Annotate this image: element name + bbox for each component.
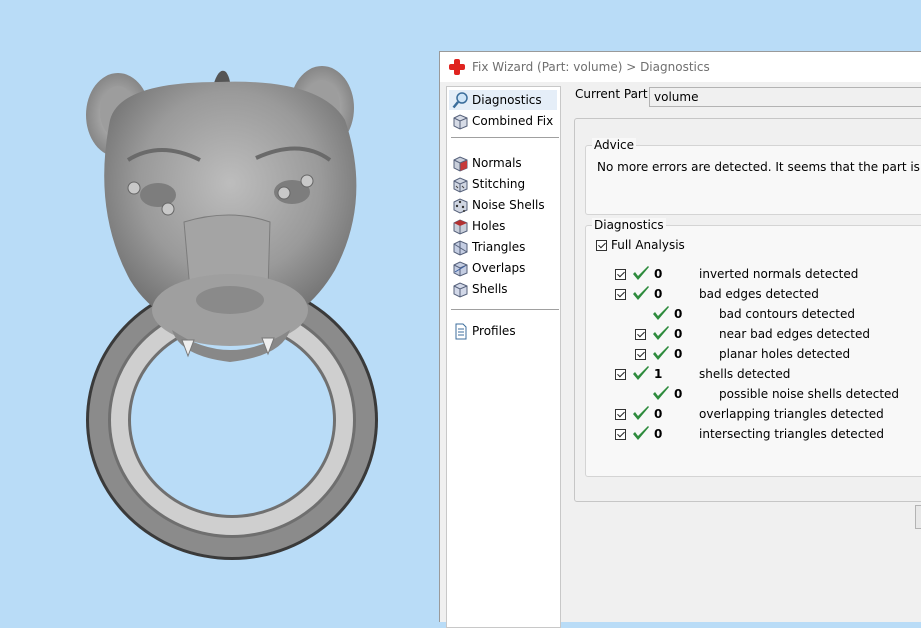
diagnostic-count: 1 — [654, 367, 663, 381]
green-check-icon — [653, 306, 669, 320]
window-title: Fix Wizard (Part: volume) > Diagnostics — [472, 60, 710, 74]
nav-divider — [451, 309, 559, 310]
nav-item-label: Profiles — [472, 324, 516, 338]
diagnostic-label: bad contours detected — [719, 307, 855, 321]
diagnostics-title: Diagnostics — [592, 218, 666, 232]
shells-cube-icon — [453, 281, 468, 298]
wizard-nav-panel: Diagnostics Combined Fix Normals Stitchi… — [446, 86, 561, 628]
combined-fix-cube-icon — [453, 113, 468, 130]
diagnostic-label: intersecting triangles detected — [699, 427, 884, 441]
advice-group: Advice No more errors are detected. It s… — [585, 138, 921, 215]
nav-item-label: Stitching — [472, 177, 526, 191]
diagnostic-count: 0 — [654, 267, 663, 281]
advice-text: No more errors are detected. It seems th… — [597, 160, 921, 174]
nav-item-overlaps[interactable]: Overlaps — [449, 258, 525, 278]
full-analysis-label: Full Analysis — [611, 238, 685, 252]
nav-divider — [451, 137, 559, 138]
diagnostics-group: Diagnostics Full Analysis 0 inverted norm… — [585, 218, 921, 477]
diagnostics-panel: Advice No more errors are detected. It s… — [574, 118, 921, 529]
diagnostic-label: near bad edges detected — [719, 327, 870, 341]
diagnostic-count: 0 — [674, 307, 683, 321]
diagnostic-checkbox[interactable] — [615, 289, 626, 300]
nav-item-label: Holes — [472, 219, 506, 233]
nav-item-profiles[interactable]: Profiles — [449, 321, 516, 341]
diagnostic-label: planar holes detected — [719, 347, 851, 361]
current-part-field[interactable]: volume — [649, 87, 921, 107]
overlaps-cube-icon — [453, 260, 468, 277]
diagnostic-checkbox[interactable] — [615, 369, 626, 380]
green-check-icon — [633, 366, 649, 380]
diagnostic-label: inverted normals detected — [699, 267, 859, 281]
nav-item-shells[interactable]: Shells — [449, 279, 508, 299]
diagnostic-label: possible noise shells detected — [719, 387, 900, 401]
holes-cube-icon — [453, 218, 468, 235]
diagnostic-count: 0 — [674, 347, 683, 361]
stitching-cube-icon — [453, 176, 468, 193]
diagnostic-label: shells detected — [699, 367, 791, 381]
diagnostic-checkbox[interactable] — [635, 349, 646, 360]
lion-door-knocker-model — [86, 66, 378, 560]
green-check-icon — [653, 326, 669, 340]
nav-item-diagnostics[interactable]: Diagnostics — [449, 90, 557, 110]
nav-item-label: Normals — [472, 156, 522, 170]
current-part-label: Current Part: — [575, 87, 652, 101]
3d-viewport[interactable] — [0, 0, 440, 607]
nav-item-triangles[interactable]: Triangles — [449, 237, 525, 257]
green-check-icon — [633, 406, 649, 420]
advice-title: Advice — [592, 138, 637, 152]
green-check-icon — [653, 386, 669, 400]
diagnostic-count: 0 — [654, 287, 663, 301]
red-cross-app-icon — [448, 58, 466, 76]
magnifier-icon — [452, 91, 468, 108]
nav-item-label: Noise Shells — [472, 198, 545, 212]
green-check-icon — [653, 346, 669, 360]
nav-item-normals[interactable]: Normals — [449, 153, 522, 173]
green-check-icon — [633, 286, 649, 300]
nav-item-noise-shells[interactable]: Noise Shells — [449, 195, 545, 215]
nav-item-stitching[interactable]: Stitching — [449, 174, 525, 194]
nav-item-combined-fix[interactable]: Combined Fix — [449, 111, 553, 131]
diagnostic-checkbox[interactable] — [635, 329, 646, 340]
nav-item-label: Combined Fix — [472, 114, 554, 128]
triangles-cube-icon — [453, 239, 468, 256]
document-icon — [455, 323, 467, 339]
diagnostic-count: 0 — [674, 327, 683, 341]
green-check-icon — [633, 426, 649, 440]
diagnostic-count: 0 — [654, 427, 663, 441]
title-bar: Fix Wizard (Part: volume) > Diagnostics — [440, 52, 921, 82]
nav-item-label: Shells — [472, 282, 508, 296]
diagnostic-checkbox[interactable] — [615, 429, 626, 440]
diagnostic-checkbox[interactable] — [615, 269, 626, 280]
diagnostic-label: bad edges detected — [699, 287, 819, 301]
diagnostic-count: 0 — [674, 387, 683, 401]
normals-cube-icon — [453, 155, 468, 172]
diagnostic-checkbox[interactable] — [615, 409, 626, 420]
green-check-icon — [633, 266, 649, 280]
nav-item-label: Diagnostics — [472, 93, 542, 107]
nav-item-holes[interactable]: Holes — [449, 216, 505, 236]
full-analysis-checkbox[interactable] — [596, 240, 607, 251]
fix-wizard-window: Fix Wizard (Part: volume) > Diagnostics … — [439, 51, 921, 628]
nav-item-label: Triangles — [472, 240, 526, 254]
diagnostic-label: overlapping triangles detected — [699, 407, 884, 421]
partial-button[interactable] — [915, 505, 921, 529]
nav-item-label: Overlaps — [472, 261, 526, 275]
diagnostic-count: 0 — [654, 407, 663, 421]
noise-shells-cube-icon — [453, 197, 468, 214]
